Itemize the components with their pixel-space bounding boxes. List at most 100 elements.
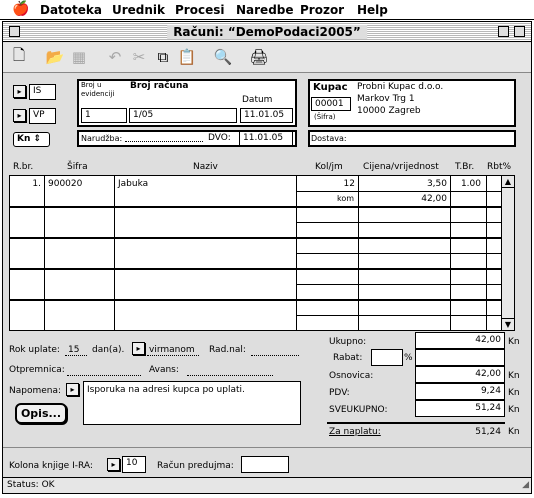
rabat-field[interactable] <box>371 349 403 366</box>
datum-label: Datum <box>242 95 273 105</box>
rok-uplate-field[interactable]: 15 <box>68 345 79 355</box>
radnal-field[interactable] <box>251 355 299 356</box>
otpremnica-label: Otpremnica: <box>9 365 65 375</box>
print-icon[interactable]: 🖨 <box>247 47 271 67</box>
predujam-field[interactable] <box>241 456 289 473</box>
menu-help[interactable]: Help <box>357 3 388 17</box>
ukupno-label: Ukupno: <box>329 337 367 347</box>
undo-icon[interactable]: ↶ <box>103 47 127 67</box>
row1-tbr[interactable]: 1.00 <box>451 179 481 189</box>
col-naziv-header: Naziv <box>193 162 218 172</box>
broj-evidencije-label: Broj u evidenciji <box>81 81 115 98</box>
kupac-street: Markov Trg 1 <box>357 94 415 104</box>
cut-icon[interactable]: ✂ <box>127 47 151 67</box>
radnal-label: Rad.nal: <box>209 345 246 355</box>
pdv-label: PDV: <box>329 388 350 398</box>
sveukupno-currency: Kn <box>508 405 520 415</box>
narudzba-label: Narudžba: <box>81 134 123 143</box>
rabat-pct: % <box>404 353 413 363</box>
kupac-label: Kupac <box>313 82 348 93</box>
dvo-field[interactable]: 11.01.05 <box>239 131 293 146</box>
vp-popup-button[interactable]: ▸ <box>13 109 26 122</box>
menu-naredbe[interactable]: Naredbe <box>236 3 294 17</box>
rok-uplate-label: Rok uplate: <box>9 345 60 355</box>
row1-naziv[interactable]: Jabuka <box>118 179 148 189</box>
new-document-icon[interactable]: 🗋 <box>7 46 31 67</box>
col-kol-header: Kol/jm <box>315 162 343 172</box>
col-rbt-header: Rbt% <box>487 162 512 172</box>
resize-grip-icon[interactable]: ◢ <box>522 480 529 490</box>
otpremnica-field[interactable] <box>67 375 141 376</box>
is-field[interactable]: IS <box>29 84 56 100</box>
collapse-box-icon[interactable] <box>514 26 525 37</box>
scroll-down-arrow-icon[interactable]: ▼ <box>502 318 514 330</box>
avans-field[interactable] <box>187 375 273 376</box>
toolbar: 🗋 📂 ▦ ↶ ✂ ⧉ 📋 🔍 🖨 <box>3 43 531 73</box>
row1-kol[interactable]: 12 <box>299 179 355 189</box>
sveukupno-field: 51,24 <box>415 400 505 417</box>
osnovica-currency: Kn <box>508 371 520 381</box>
currency-select[interactable]: Kn ⇕ <box>13 132 50 147</box>
apple-menu-icon[interactable]: 🍎 <box>12 1 29 17</box>
row1-sifra[interactable]: 900020 <box>48 179 82 189</box>
rabat-label: Rabat: <box>333 353 363 363</box>
window-title: Računi: “DemoPodaci2005” <box>167 25 367 39</box>
col-tbr-header: T.Br. <box>455 162 475 172</box>
za-naplatu-field: 51,24 <box>475 427 501 437</box>
broj-evidencije-field[interactable]: 1 <box>81 108 127 123</box>
opis-button[interactable]: Opis... <box>15 403 67 424</box>
is-popup-button[interactable]: ▸ <box>13 85 26 98</box>
rabat-amount-field <box>415 349 505 366</box>
invoice-window: Računi: “DemoPodaci2005” 🗋 📂 ▦ ↶ ✂ ⧉ 📋 🔍… <box>2 21 532 494</box>
kupac-name: Probni Kupac d.o.o. <box>357 82 444 92</box>
row1-cijena[interactable]: 3,50 <box>361 179 447 189</box>
vp-field[interactable]: VP <box>29 108 56 124</box>
osnovica-label: Osnovica: <box>329 371 374 381</box>
za-naplatu-currency: Kn <box>508 427 520 437</box>
close-box-icon[interactable] <box>9 26 20 37</box>
napomena-field[interactable]: Isporuka na adresi kupca po uplati. <box>83 381 301 425</box>
broj-racuna-field[interactable]: 1/05 <box>129 108 237 123</box>
placanje-field[interactable]: virmanom <box>149 345 195 355</box>
broj-racuna-label: Broj računa <box>130 81 189 91</box>
kupac-sifra-label: (Šifra) <box>314 113 336 121</box>
row1-rbr: 1. <box>32 179 41 189</box>
za-naplatu-label: Za naplatu: <box>329 427 381 437</box>
row1-jm: kom <box>337 194 355 203</box>
paste-icon[interactable]: 📋 <box>175 47 199 67</box>
table-scrollbar[interactable]: ▲ ▼ <box>501 176 514 330</box>
ukupno-field: 42,00 <box>415 332 505 349</box>
avans-label: Avans: <box>149 365 179 375</box>
predujam-label: Račun predujma: <box>157 461 234 471</box>
dostava-label: Dostava: <box>311 134 347 143</box>
kolona-field[interactable]: 10 <box>122 456 146 473</box>
dana-label: dan(a). <box>92 345 125 355</box>
kupac-city: 10000 Zagreb <box>357 106 421 116</box>
menu-prozor[interactable]: Prozor <box>300 3 344 17</box>
row1-vrijednost: 42,00 <box>421 194 447 204</box>
currency-value: Kn <box>17 134 31 144</box>
napomena-label: Napomena: <box>9 386 62 396</box>
menu-datoteka[interactable]: Datoteka <box>40 3 102 17</box>
kolona-label: Kolona knjige I-RA: <box>9 461 93 471</box>
osnovica-field: 42,00 <box>415 366 505 383</box>
scroll-up-arrow-icon[interactable]: ▲ <box>502 176 514 188</box>
napomena-popup-button[interactable]: ▸ <box>66 383 79 396</box>
zoom-box-icon[interactable] <box>498 26 509 37</box>
copy-icon[interactable]: ⧉ <box>151 47 175 67</box>
save-disk-icon[interactable]: ▦ <box>67 47 91 67</box>
placanje-popup-button[interactable]: ▸ <box>132 342 145 355</box>
menu-procesi[interactable]: Procesi <box>175 3 224 17</box>
status-text: Status: OK <box>7 480 55 490</box>
col-rbr-header: R.br. <box>13 162 34 172</box>
col-cijena-header: Cijena/vrijednost <box>363 162 439 172</box>
narudzba-field[interactable] <box>125 141 203 142</box>
open-folder-icon[interactable]: 📂 <box>43 47 67 67</box>
menu-bar: 🍎 Datoteka Urednik Procesi Naredbe Prozo… <box>0 0 534 20</box>
find-icon[interactable]: 🔍 <box>211 47 235 67</box>
kupac-sifra-field[interactable]: 00001 <box>311 97 351 111</box>
datum-field[interactable]: 11.01.05 <box>240 108 293 123</box>
kolona-popup-button[interactable]: ▸ <box>107 458 120 471</box>
menu-urednik[interactable]: Urednik <box>112 3 165 17</box>
title-bar[interactable]: Računi: “DemoPodaci2005” <box>3 22 531 42</box>
